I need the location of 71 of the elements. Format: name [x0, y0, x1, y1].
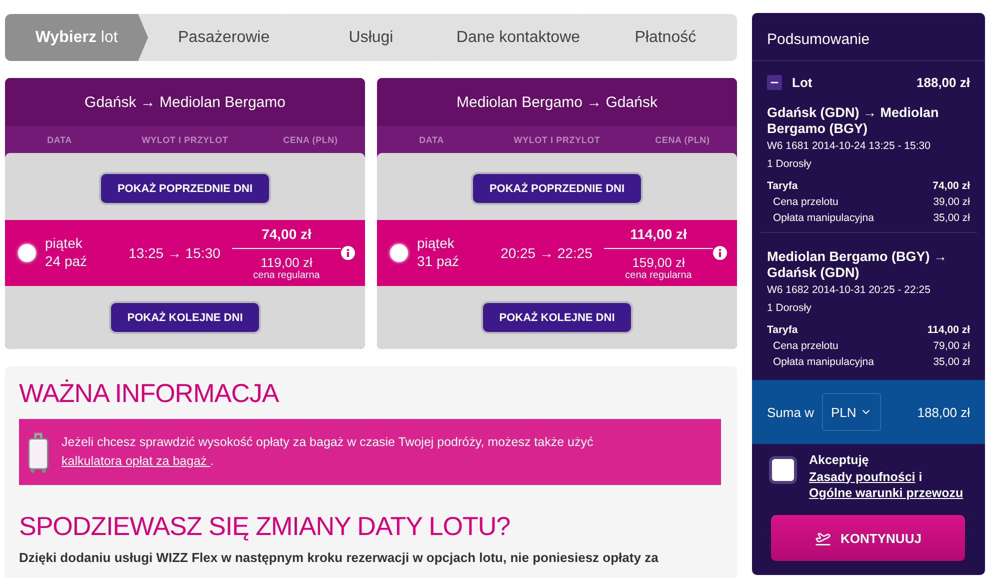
column-header: DATA [418, 134, 445, 144]
step-tab[interactable]: Dane kontaktowe [432, 14, 590, 61]
radio-button[interactable] [390, 244, 408, 262]
route-title: Mediolan Bergamo → Gdańsk [377, 78, 737, 126]
flight-times: 13:25 → 15:30 [128, 245, 222, 261]
regular-price-label: cena regularna [253, 270, 320, 280]
total-label: Suma w [767, 404, 814, 420]
fare-label: Taryfa [767, 180, 798, 192]
next-days-button[interactable]: POKAŻ KOLEJNE DNI [109, 301, 261, 334]
fee-label: Opłata manipulacyjna [773, 212, 874, 224]
regular-price: 119,00 zł [260, 254, 312, 270]
column-header: WYLOT I PRZYLOT [512, 134, 602, 144]
info-icon[interactable] [713, 246, 727, 260]
step-tab[interactable]: Usługi [285, 14, 443, 61]
total-value: 188,00 zł [917, 404, 970, 420]
fare-label: Taryfa [767, 324, 798, 336]
step-tab[interactable]: Płatność [580, 14, 738, 61]
fare-price: 114,00 zł [604, 226, 713, 248]
notice-text: Jeżeli chcesz sprawdzić wysokość opłaty za bagaż w czasie Twojej podróży, możesz także użyć kalkulatora opłat za bagaż . [62, 434, 594, 470]
conditions-link[interactable]: Ogólne warunki przewozu [809, 486, 964, 500]
collapse-toggle[interactable] [767, 75, 782, 90]
flight-details: W6 1682 2014-10-31 20:25 - 22:25 [767, 284, 932, 296]
step-tab[interactable]: Pasażerowie [138, 14, 296, 61]
fee-value: 35,00 zł [933, 212, 970, 224]
column-header: DATA [46, 134, 73, 144]
flex-text: Dzięki dodaniu usługi WIZZ Flex w następnym kroku rezerwacji w opcjach lotu, nie poniesiesz opłaty za [19, 549, 660, 567]
fee-label: Cena przelotu [773, 196, 838, 208]
fare-value: 74,00 zł [932, 180, 970, 192]
summary-title: Podsumowanie [752, 13, 985, 61]
fee-value: 39,00 zł [933, 196, 970, 208]
terms-text: Akceptuję Zasady poufności i Ogólne warunki przewozu [809, 452, 964, 502]
section-heading: WAŻNA INFORMACJA [19, 378, 280, 409]
previous-days-button[interactable]: POKAŻ POPRZEDNIE DNI [99, 172, 271, 205]
fee-value: 79,00 zł [933, 340, 970, 352]
info-icon[interactable] [341, 246, 355, 260]
section-heading: SPODZIEWASZ SIĘ ZMIANY DATY LOTU? [19, 510, 512, 542]
next-days-button[interactable]: POKAŻ KOLEJNE DNI [481, 301, 633, 334]
column-header: CENA (PLN) [282, 134, 339, 144]
regular-price-label: cena regularna [625, 270, 692, 280]
date-label: 31 paź [417, 253, 460, 269]
fee-value: 35,00 zł [933, 356, 970, 368]
plane-takeoff-icon [814, 530, 831, 546]
flight-option[interactable]: piątek 24 paź 13:25 → 15:30 74,00 zł 119,00 zł cena regularna [5, 220, 365, 286]
baggage-calculator-link[interactable]: kalkulatora opłat za bagaż [62, 454, 210, 468]
date-label: 24 paź [45, 253, 88, 269]
privacy-link[interactable]: Zasady poufności [809, 470, 916, 484]
passenger-count: 1 Dorosły [767, 302, 812, 314]
column-header: WYLOT I PRZYLOT [140, 134, 230, 144]
passenger-count: 1 Dorosły [767, 158, 812, 170]
continue-button[interactable]: KONTYNUUJ [771, 515, 965, 561]
regular-price: 159,00 zł [632, 254, 685, 270]
leg-route: Mediolan Bergamo (BGY) → Gdańsk (GDN) [767, 249, 948, 281]
flight-times: 20:25 → 22:25 [500, 245, 594, 261]
day-label: piątek [45, 235, 82, 251]
fee-label: Cena przelotu [773, 340, 838, 352]
fare-value: 114,00 zł [927, 324, 970, 336]
flight-option[interactable]: piątek 31 paź 20:25 → 22:25 114,00 zł 159,00 zł cena regularna [377, 220, 737, 286]
route-title: Gdańsk → Mediolan Bergamo [5, 78, 365, 126]
flight-details: W6 1681 2014-10-24 13:25 - 15:30 [767, 140, 932, 152]
currency-select[interactable]: PLN [822, 393, 882, 431]
column-header: CENA (PLN) [654, 134, 711, 144]
lot-label: Lot [792, 75, 814, 90]
leg-route: Gdańsk (GDN) → Mediolan Bergamo (BGY) [767, 105, 940, 137]
suitcase-icon [27, 430, 50, 474]
fee-label: Opłata manipulacyjna [773, 356, 874, 368]
day-label: piątek [417, 235, 454, 251]
fare-price: 74,00 zł [232, 226, 341, 248]
terms-checkbox[interactable] [769, 456, 797, 484]
radio-button[interactable] [18, 244, 36, 262]
lot-total: 188,00 zł [916, 75, 970, 90]
previous-days-button[interactable]: POKAŻ POPRZEDNIE DNI [471, 172, 643, 205]
